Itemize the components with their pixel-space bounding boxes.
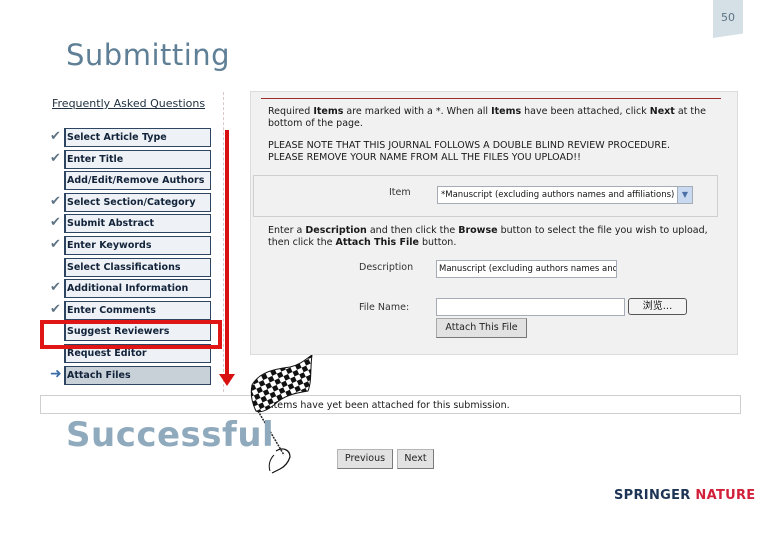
item-select[interactable]: *Manuscript (excluding authors names and… [437, 186, 693, 204]
attach-files-panel: Required Items are marked with a *. When… [250, 91, 738, 355]
checkmark-icon: ✔ [50, 280, 61, 296]
sidebar-step-label[interactable]: Select Article Type [64, 128, 211, 147]
checkmark-icon: ✔ [50, 215, 61, 231]
progress-arrow-line [225, 130, 229, 380]
sidebar-step-label[interactable]: Enter Title [64, 149, 211, 169]
sidebar-step[interactable]: ✔ Submit Abstract [50, 214, 212, 234]
description-input[interactable]: Manuscript (excluding authors names and [436, 260, 617, 278]
sidebar-step[interactable]: Add/Edit/Remove Authors [50, 171, 212, 191]
slide-title: Submitting [66, 38, 231, 72]
description-label: Description [359, 262, 414, 273]
sidebar-step-label[interactable]: Enter Comments [64, 300, 211, 320]
next-button[interactable]: Next [397, 449, 434, 469]
checkmark-icon: ✔ [50, 301, 61, 317]
blind-review-notice: PLEASE NOTE THAT THIS JOURNAL FOLLOWS A … [268, 140, 670, 163]
required-items-notice: Required Items are marked with a *. When… [268, 106, 707, 129]
faq-link[interactable]: Frequently Asked Questions [52, 97, 205, 110]
sidebar-step[interactable]: ✔ Additional Information [50, 279, 212, 299]
file-name-label: File Name: [359, 302, 410, 313]
success-caption: Successful [66, 415, 275, 455]
sidebar-step[interactable]: ✔ Enter Comments [50, 300, 212, 320]
sidebar-step[interactable]: ✔ Enter Title [50, 149, 212, 169]
sidebar-step[interactable]: ➜ Attach Files [50, 365, 212, 385]
chevron-down-icon[interactable]: ▼ [677, 187, 692, 203]
attach-file-button[interactable]: Attach This File [436, 318, 527, 338]
sidebar-step-label[interactable]: Add/Edit/Remove Authors [64, 171, 211, 191]
checkmark-icon: ✔ [50, 150, 61, 166]
sidebar-step-label[interactable]: Additional Information [64, 279, 211, 299]
browse-button[interactable]: 浏览... [628, 298, 687, 315]
sidebar-divider [223, 92, 224, 392]
file-name-input[interactable] [436, 298, 625, 316]
springer-nature-logo: SPRINGER NATURE [614, 488, 756, 503]
sidebar-step-label[interactable]: Enter Keywords [64, 235, 211, 255]
checkmark-icon: ✔ [50, 236, 61, 252]
sidebar-step[interactable]: ✔ Select Section/Category [50, 192, 212, 212]
sidebar-step-label[interactable]: Select Section/Category [64, 192, 211, 212]
progress-arrow-head-icon [219, 374, 235, 386]
page-number: 50 [721, 11, 735, 24]
sidebar-step-label[interactable]: Submit Abstract [64, 214, 211, 234]
sidebar-step-label[interactable]: Attach Files [64, 365, 211, 385]
checkmark-icon: ✔ [50, 193, 61, 209]
sidebar-step-label[interactable]: Select Classifications [64, 257, 211, 277]
checkmark-icon: ✔ [50, 129, 61, 144]
highlight-suggest-reviewers [40, 320, 222, 349]
panel-top-rule [261, 98, 721, 99]
sidebar-step[interactable]: Select Classifications [50, 257, 212, 277]
previous-button[interactable]: Previous [337, 449, 393, 469]
arrow-right-icon: ➜ [50, 365, 62, 382]
upload-instructions: Enter a Description and then click the B… [268, 225, 708, 248]
item-label: Item [389, 187, 411, 198]
sidebar-step[interactable]: ✔ Enter Keywords [50, 235, 212, 255]
sidebar-step[interactable]: ✔ Select Article Type [50, 128, 212, 147]
